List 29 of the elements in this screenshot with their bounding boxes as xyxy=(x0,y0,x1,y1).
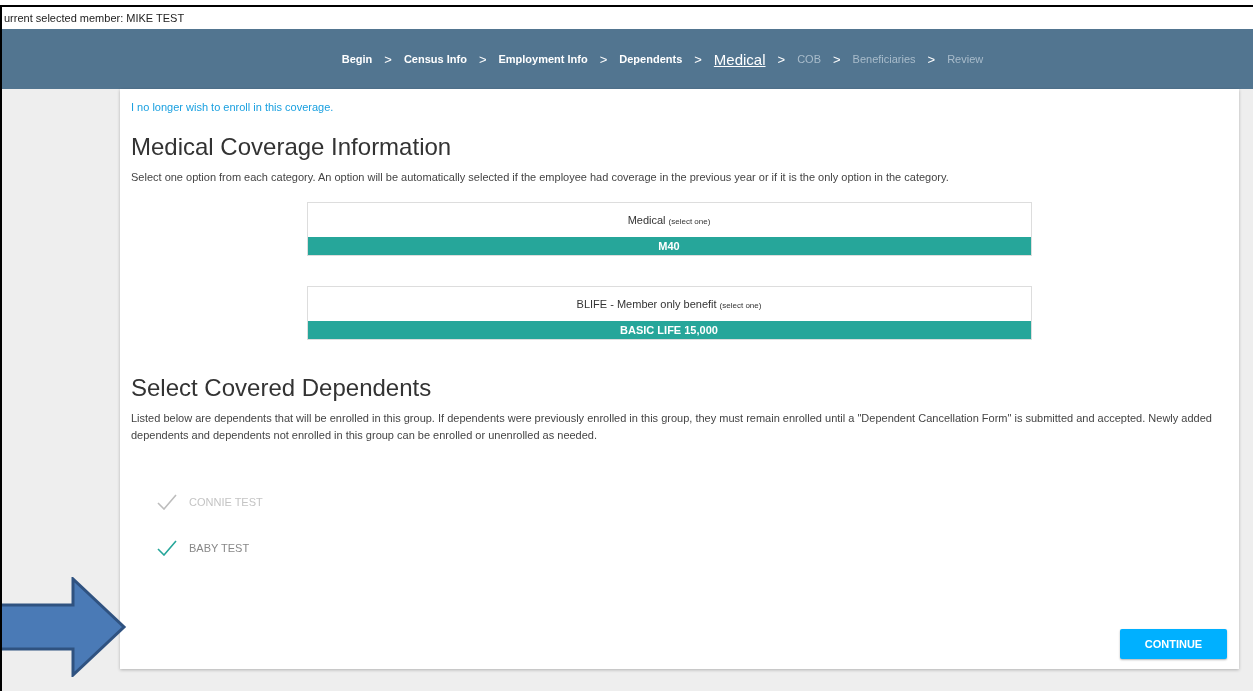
plan-name: Medical xyxy=(627,214,666,226)
description-text: Select one option from each category. An option will be automatically selected if the employee had coverage in the previous year or if it is the only option in the category. xyxy=(131,170,950,185)
step-link[interactable]: Dependents xyxy=(619,53,683,65)
check-icon[interactable] xyxy=(157,540,177,556)
plan-name: BLIFE - Member only benefit xyxy=(576,298,717,310)
selected-option[interactable]: M40 xyxy=(307,237,1031,255)
chevron-icon: > xyxy=(694,51,702,67)
continue-button[interactable]: CONTINUE xyxy=(1120,629,1227,659)
chevron-icon: > xyxy=(478,51,487,67)
chevron-icon: > xyxy=(777,51,786,67)
section-title: Medical Coverage Information xyxy=(131,133,453,161)
dependent-name: BABY TEST xyxy=(189,542,250,554)
section-title: Select Covered Dependents xyxy=(131,374,433,402)
selected-member-text: urrent selected member: MIKE TEST xyxy=(2,7,1253,29)
chevron-icon: > xyxy=(833,51,841,67)
chevron-icon: > xyxy=(599,51,608,67)
step-link[interactable]: Census Info xyxy=(403,53,467,65)
dependent-name: CONNIE TEST xyxy=(189,496,263,508)
plan-hint: (select one) xyxy=(719,301,762,310)
arrow-icon xyxy=(2,577,128,677)
step-link[interactable]: Medical xyxy=(713,50,766,68)
plan-hint: (select one) xyxy=(668,217,711,226)
step-link[interactable]: Employment Info xyxy=(498,53,588,65)
description-text: Listed below are dependents that will be enrolled in this group. If dependents were previously enrolled in this group, they must remain enrolled until a "Dependent Cancellation Form" is submitted and accepted. Newly added dependents and dependents not enrolled in this group can be enrolled or unenrolled as needed. xyxy=(131,411,1213,443)
selected-option[interactable]: BASIC LIFE 15,000 xyxy=(307,321,1031,339)
step-link[interactable]: Begin xyxy=(341,53,373,65)
chevron-icon: > xyxy=(927,51,936,67)
waive-link[interactable]: I no longer wish to enroll in this coverage. xyxy=(131,101,1227,113)
chevron-icon: > xyxy=(384,51,392,67)
